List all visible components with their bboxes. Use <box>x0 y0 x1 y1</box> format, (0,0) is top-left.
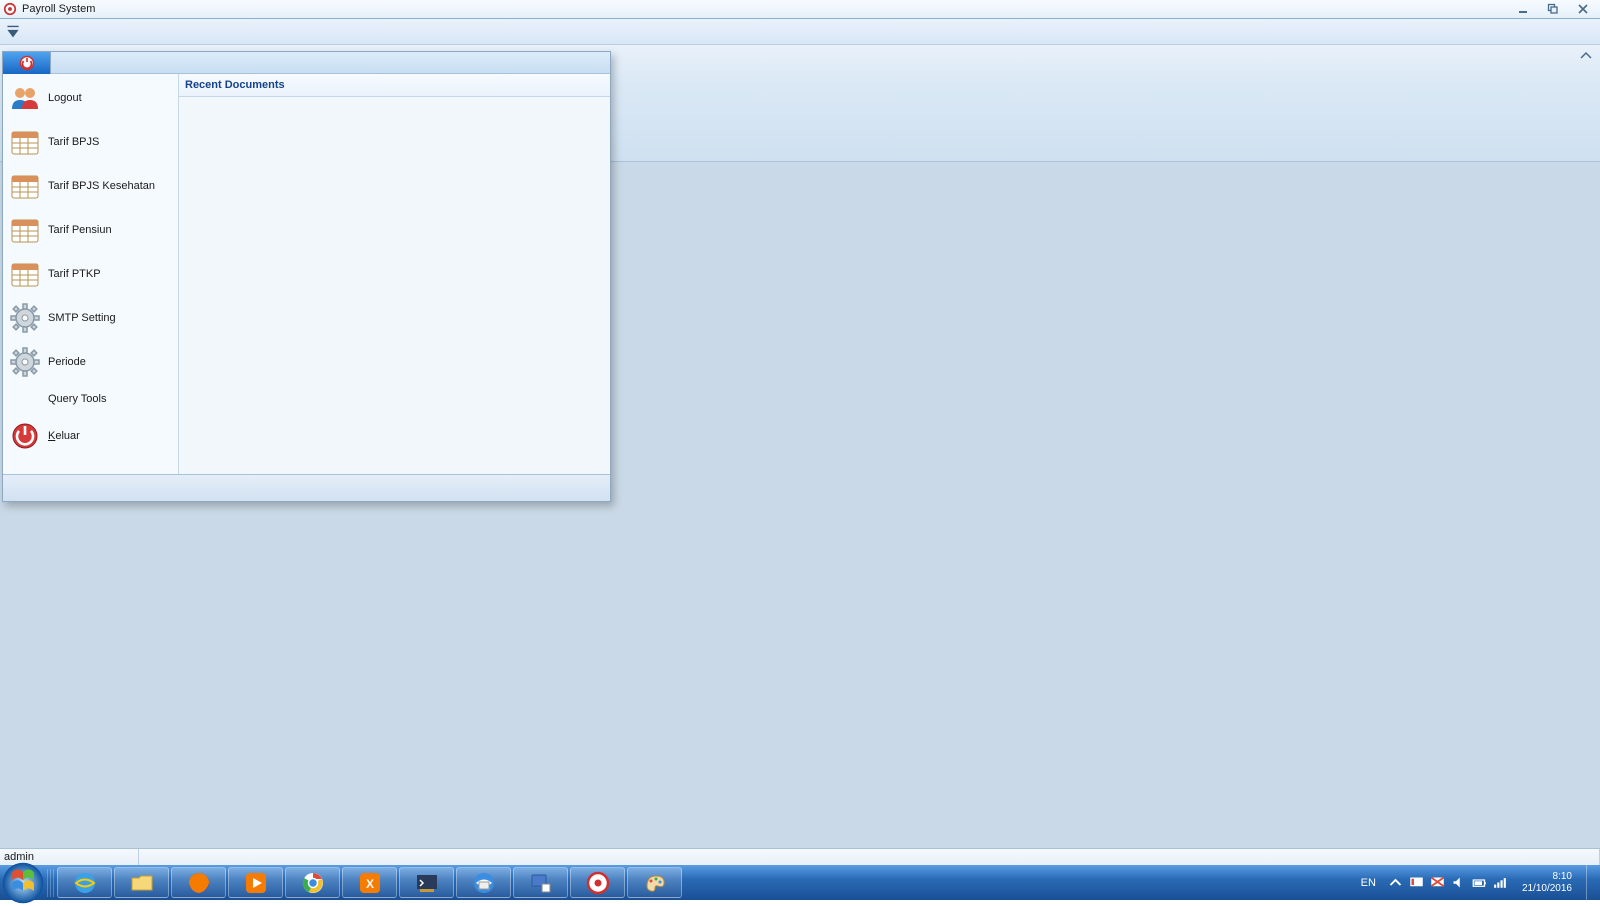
device-icon <box>528 870 554 896</box>
menu-item-tarif-bpjs[interactable]: Tarif BPJS <box>3 120 178 164</box>
windows-taskbar: X EN 8:10 21/10/2016 <box>0 865 1600 900</box>
taskbar-app-chrome[interactable] <box>285 867 340 898</box>
application-menu-header <box>3 52 610 74</box>
taskbar-app-payroll[interactable] <box>570 867 625 898</box>
taskbar-clock[interactable]: 8:10 21/10/2016 <box>1514 871 1580 895</box>
calendar-icon <box>9 214 41 246</box>
power-icon <box>9 420 41 452</box>
menu-item-label: Tarif BPJS Kesehatan <box>48 180 155 192</box>
calendar-icon <box>9 258 41 290</box>
window-title: Payroll System <box>22 3 95 15</box>
taskbar-app-device[interactable] <box>513 867 568 898</box>
taskbar-app-ie[interactable] <box>57 867 112 898</box>
blank-icon <box>9 383 41 415</box>
menu-item-tarif-ptkp[interactable]: Tarif PTKP <box>3 252 178 296</box>
menu-item-label: Tarif BPJS <box>48 136 99 148</box>
taskbar-separator <box>47 869 55 897</box>
minimize-button[interactable] <box>1508 2 1538 17</box>
ribbon-collapse-chevron[interactable] <box>1578 49 1594 61</box>
clock-date: 21/10/2016 <box>1522 883 1572 895</box>
statusbar-spacer <box>139 849 1600 865</box>
play-icon <box>243 870 269 896</box>
firefox-icon <box>186 870 212 896</box>
recent-documents-header: Recent Documents <box>179 74 610 97</box>
language-indicator[interactable]: EN <box>1355 877 1382 889</box>
menu-item-label: Periode <box>48 356 86 368</box>
menu-item-label: Keluar <box>48 430 80 442</box>
menu-item-periode[interactable]: Periode <box>3 340 178 384</box>
taskbar-app-terminal[interactable] <box>399 867 454 898</box>
ie-icon <box>72 870 98 896</box>
menu-item-label: Query Tools <box>48 393 107 405</box>
taskbar-app-file-explorer[interactable] <box>114 867 169 898</box>
users-icon <box>9 82 41 114</box>
payroll-app-icon <box>585 870 611 896</box>
close-button[interactable] <box>1568 2 1598 17</box>
action-center-icon[interactable] <box>1409 875 1424 890</box>
quick-access-toolbar <box>0 19 1600 45</box>
folder-icon <box>129 870 155 896</box>
paint-icon <box>642 870 668 896</box>
menu-item-label: Tarif PTKP <box>48 268 101 280</box>
menu-item-label: SMTP Setting <box>48 312 116 324</box>
volume-icon[interactable] <box>1451 875 1466 890</box>
taskbar-app-thunderbird[interactable] <box>456 867 511 898</box>
xampp-icon: X <box>357 870 383 896</box>
app-icon <box>3 2 17 16</box>
battery-icon[interactable] <box>1472 875 1487 890</box>
calendar-icon <box>9 126 41 158</box>
taskbar-app-xampp[interactable]: X <box>342 867 397 898</box>
gear-icon <box>9 302 41 334</box>
taskbar-app-paint[interactable] <box>627 867 682 898</box>
application-menu-left-panel: Logout Tarif BPJS Tarif BPJS Kesehatan T… <box>3 74 179 474</box>
menu-item-tarif-bpjs-kesehatan[interactable]: Tarif BPJS Kesehatan <box>3 164 178 208</box>
menu-item-keluar[interactable]: Keluar <box>3 414 178 458</box>
svg-text:X: X <box>365 877 373 891</box>
show-desktop-button[interactable] <box>1586 865 1596 900</box>
menu-item-tarif-pensiun[interactable]: Tarif Pensiun <box>3 208 178 252</box>
calendar-icon <box>9 170 41 202</box>
qat-customize-dropdown[interactable] <box>6 25 20 39</box>
tray-chevron-up-icon[interactable] <box>1388 875 1403 890</box>
terminal-icon <box>414 870 440 896</box>
menu-item-query-tools[interactable]: Query Tools <box>3 384 178 414</box>
application-menu-footer <box>3 474 610 501</box>
application-menu-orb-tab[interactable] <box>3 52 51 74</box>
menu-item-logout[interactable]: Logout <box>3 76 178 120</box>
taskbar-app-firefox[interactable] <box>171 867 226 898</box>
application-menu: Logout Tarif BPJS Tarif BPJS Kesehatan T… <box>2 51 611 502</box>
clock-time: 8:10 <box>1522 871 1572 883</box>
taskbar-app-media-player[interactable] <box>228 867 283 898</box>
maximize-button[interactable] <box>1538 2 1568 17</box>
orb-icon <box>19 55 35 71</box>
menu-item-label: Logout <box>48 92 82 104</box>
window-titlebar: Payroll System <box>0 0 1600 19</box>
start-button[interactable] <box>0 865 46 900</box>
menu-item-smtp-setting[interactable]: SMTP Setting <box>3 296 178 340</box>
security-icon[interactable] <box>1430 875 1445 890</box>
statusbar: admin <box>0 848 1600 865</box>
gear-icon <box>9 346 41 378</box>
menu-item-label: Tarif Pensiun <box>48 224 112 236</box>
thunderbird-icon <box>471 870 497 896</box>
wifi-icon[interactable] <box>1493 875 1508 890</box>
application-menu-right-panel: Recent Documents <box>179 74 610 474</box>
system-tray: EN 8:10 21/10/2016 <box>1355 865 1600 900</box>
chrome-icon <box>300 870 326 896</box>
